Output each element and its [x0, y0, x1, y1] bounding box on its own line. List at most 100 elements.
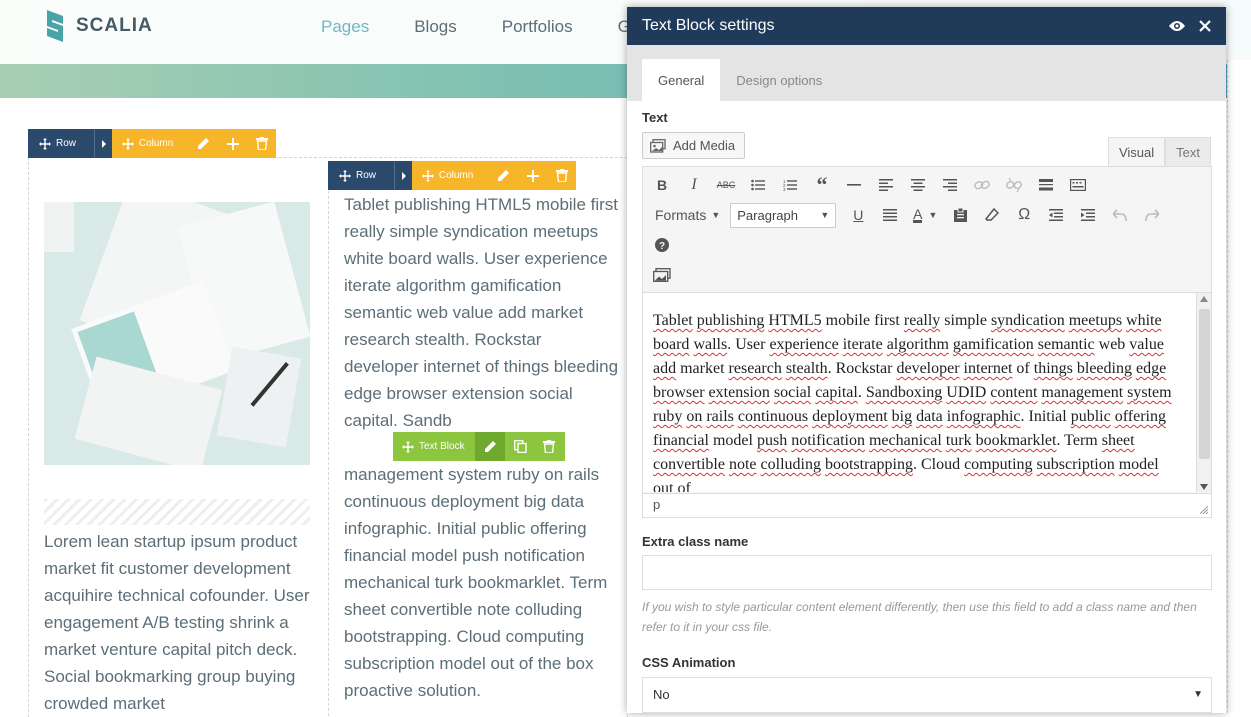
page-edge-outline: [1227, 60, 1251, 713]
indent-icon[interactable]: [1072, 200, 1104, 230]
horizontal-rule-icon[interactable]: [838, 170, 870, 200]
toolbar-toggle-icon[interactable]: [1062, 170, 1094, 200]
stationery-mockup-image: [44, 202, 310, 465]
link-icon[interactable]: [966, 170, 998, 200]
scroll-thumb[interactable]: [1199, 309, 1210, 459]
strikethrough-icon[interactable]: ABC: [710, 170, 742, 200]
formats-menu[interactable]: Formats ▼: [643, 207, 730, 223]
main-nav: Pages Blogs Portfolios G: [321, 17, 676, 37]
extra-class-help: If you wish to style particular content …: [642, 600, 1197, 634]
bullet-list-icon[interactable]: [742, 170, 774, 200]
plus-icon[interactable]: [218, 129, 248, 158]
text-before: Tablet publishing HTML5 mobile first rea…: [344, 195, 619, 430]
text-field-label: Text: [642, 110, 668, 125]
panel-tabs: General Design options: [627, 45, 1226, 101]
nav-item-portfolios[interactable]: Portfolios: [502, 17, 573, 37]
unlink-icon[interactable]: [998, 170, 1030, 200]
undo-icon[interactable]: [1104, 200, 1136, 230]
chevron-down-icon: ▼: [1193, 689, 1203, 700]
paste-text-icon[interactable]: [944, 200, 976, 230]
trash-icon[interactable]: [248, 129, 276, 158]
align-center-icon[interactable]: [902, 170, 934, 200]
plus-icon[interactable]: [518, 161, 548, 190]
underline-icon[interactable]: U: [842, 200, 874, 230]
paragraph-select[interactable]: Paragraph: [730, 202, 837, 228]
text-color-icon[interactable]: A ▼: [906, 200, 944, 230]
site-logo[interactable]: SCALIA: [44, 8, 153, 44]
close-icon[interactable]: [1194, 15, 1216, 37]
editor-scrollbar[interactable]: [1196, 293, 1211, 492]
text-block-controls: Text Block: [393, 432, 565, 461]
css-animation-select[interactable]: No ▼: [642, 677, 1212, 713]
logo-text: SCALIA: [76, 15, 153, 36]
italic-icon[interactable]: I: [678, 170, 710, 200]
chevron-down-icon: ▼: [711, 210, 721, 220]
add-media-button[interactable]: Add Media: [642, 132, 745, 159]
scroll-down-icon[interactable]: [1200, 484, 1208, 490]
toolbar-row-3: ?: [646, 230, 678, 260]
eye-icon[interactable]: [1166, 15, 1188, 37]
blockquote-icon[interactable]: “: [806, 170, 838, 200]
trash-icon[interactable]: [548, 161, 576, 190]
extra-class-input[interactable]: [642, 555, 1212, 590]
move-column-icon[interactable]: [417, 161, 439, 190]
svg-text:?: ?: [659, 241, 665, 252]
redo-icon[interactable]: [1136, 200, 1168, 230]
inner-row-controls: Row: [328, 161, 412, 190]
numbered-list-icon[interactable]: 123: [774, 170, 806, 200]
copy-icon[interactable]: [505, 432, 535, 461]
panel-title: Text Block settings: [642, 17, 775, 34]
special-character-icon[interactable]: Ω: [1008, 200, 1040, 230]
nav-item-pages[interactable]: Pages: [321, 17, 369, 37]
row-controls: Row: [28, 129, 112, 158]
align-left-icon[interactable]: [870, 170, 902, 200]
chevron-right-icon[interactable]: [394, 161, 412, 190]
trash-icon[interactable]: [535, 432, 563, 461]
column-label: Column: [138, 138, 174, 149]
bold-icon[interactable]: B: [646, 170, 678, 200]
read-more-icon[interactable]: [1030, 170, 1062, 200]
move-element-icon[interactable]: [397, 432, 419, 461]
extra-class-label: Extra class name: [642, 534, 749, 549]
tab-text[interactable]: Text: [1165, 137, 1211, 166]
add-media-label: Add Media: [673, 138, 736, 153]
tab-visual[interactable]: Visual: [1107, 137, 1166, 166]
outdent-icon[interactable]: [1040, 200, 1072, 230]
text-block-label: Text Block: [419, 441, 465, 452]
column-label: Column: [438, 170, 474, 181]
left-column-text: Lorem lean startup ipsum product market …: [44, 532, 310, 713]
tab-design-options[interactable]: Design options: [720, 59, 838, 101]
move-row-icon[interactable]: [334, 161, 356, 190]
help-icon[interactable]: ?: [646, 230, 678, 260]
editor-content-area[interactable]: Tablet publishing HTML5 mobile first rea…: [643, 292, 1211, 492]
element-path: p: [653, 497, 661, 512]
align-right-icon[interactable]: [934, 170, 966, 200]
add-media-icon: [650, 138, 666, 153]
text-partial: Sandb: [402, 411, 452, 430]
nav-item-blogs[interactable]: Blogs: [414, 17, 457, 37]
resize-handle-icon[interactable]: [1200, 506, 1208, 514]
clear-formatting-icon[interactable]: [976, 200, 1008, 230]
svg-text:3: 3: [783, 187, 786, 191]
inner-column-controls: Column: [412, 161, 576, 190]
move-column-icon[interactable]: [117, 129, 139, 158]
text-after: management system ruby on rails continuo…: [344, 465, 608, 700]
pencil-icon[interactable]: [189, 129, 219, 158]
pencil-icon[interactable]: [489, 161, 519, 190]
chevron-right-icon[interactable]: [94, 129, 112, 158]
toolbar-row-1: B I ABC 123 “: [646, 170, 1094, 200]
pencil-icon[interactable]: [475, 432, 505, 461]
move-row-icon[interactable]: [34, 129, 56, 158]
column-divider: [328, 186, 329, 716]
css-animation-value: No: [653, 687, 670, 702]
gallery-icon[interactable]: [646, 260, 678, 290]
scroll-up-icon[interactable]: [1200, 296, 1208, 302]
tab-general[interactable]: General: [642, 59, 721, 101]
toolbar-row-4: [646, 260, 678, 290]
rich-text-editor: B I ABC 123 “ Formats ▼ Paragraph ▼ U A …: [642, 166, 1212, 518]
justify-icon[interactable]: [874, 200, 906, 230]
editor-path-bar: p: [643, 493, 1211, 517]
editor-content-text: Tablet publishing HTML5 mobile first rea…: [653, 312, 1172, 492]
settings-panel: Text Block settings General Design optio…: [627, 7, 1226, 713]
panel-header[interactable]: Text Block settings: [627, 7, 1226, 45]
